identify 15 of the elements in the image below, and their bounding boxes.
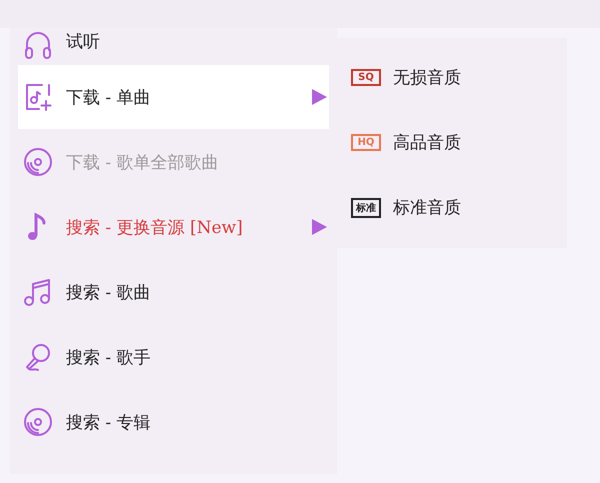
disc-icon [22,146,54,178]
menu-item[interactable]: 下载 - 单曲 [18,65,329,129]
quality-badge: SQ [351,69,381,86]
submenu-item[interactable]: SQ 无损音质 [337,45,567,110]
submenu-item[interactable]: 标准 标准音质 [337,175,567,240]
submenu-item[interactable]: HQ 高品音质 [337,110,567,175]
headphones-icon [22,30,54,62]
menu-item[interactable]: 搜索 - 歌手 [18,325,329,389]
menu-item[interactable]: 试听 [18,28,329,64]
menu-item[interactable]: 搜索 - 更换音源 [New] [18,195,329,259]
quality-badge: HQ [351,134,381,151]
menu-item[interactable]: 搜索 - 专辑 [18,390,329,454]
disc-icon [22,406,54,438]
menu-item[interactable]: 搜索 - 歌曲 [18,260,329,324]
quality-badge: 标准 [351,198,381,218]
